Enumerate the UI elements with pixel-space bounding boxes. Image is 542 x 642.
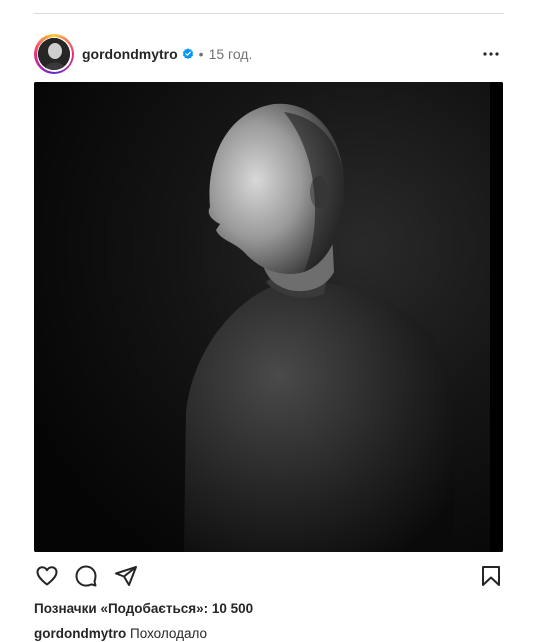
top-divider: [34, 13, 504, 14]
more-options-icon[interactable]: [482, 45, 500, 63]
separator-dot: •: [198, 46, 204, 62]
bookmark-icon[interactable]: [478, 563, 504, 589]
post-caption: gordondmytro Похолодало: [34, 626, 207, 641]
likes-count[interactable]: Позначки «Подобається»: 10 500: [34, 601, 253, 616]
post-username[interactable]: gordondmytro: [82, 46, 178, 62]
portrait-image: [34, 82, 503, 552]
caption-username[interactable]: gordondmytro: [34, 626, 126, 641]
comment-icon[interactable]: [73, 563, 99, 589]
post-header: gordondmytro • 15 год.: [34, 33, 504, 75]
avatar-image: [38, 38, 70, 70]
avatar: [38, 38, 70, 70]
send-icon[interactable]: [113, 563, 139, 589]
verified-badge-icon: [182, 48, 194, 60]
post-photo[interactable]: [34, 82, 503, 552]
caption-text: Похолодало: [130, 626, 208, 641]
post-actions: [34, 563, 504, 589]
post-timestamp[interactable]: 15 год.: [209, 46, 253, 62]
heart-icon[interactable]: [34, 563, 60, 589]
avatar-story-ring[interactable]: [34, 34, 74, 74]
